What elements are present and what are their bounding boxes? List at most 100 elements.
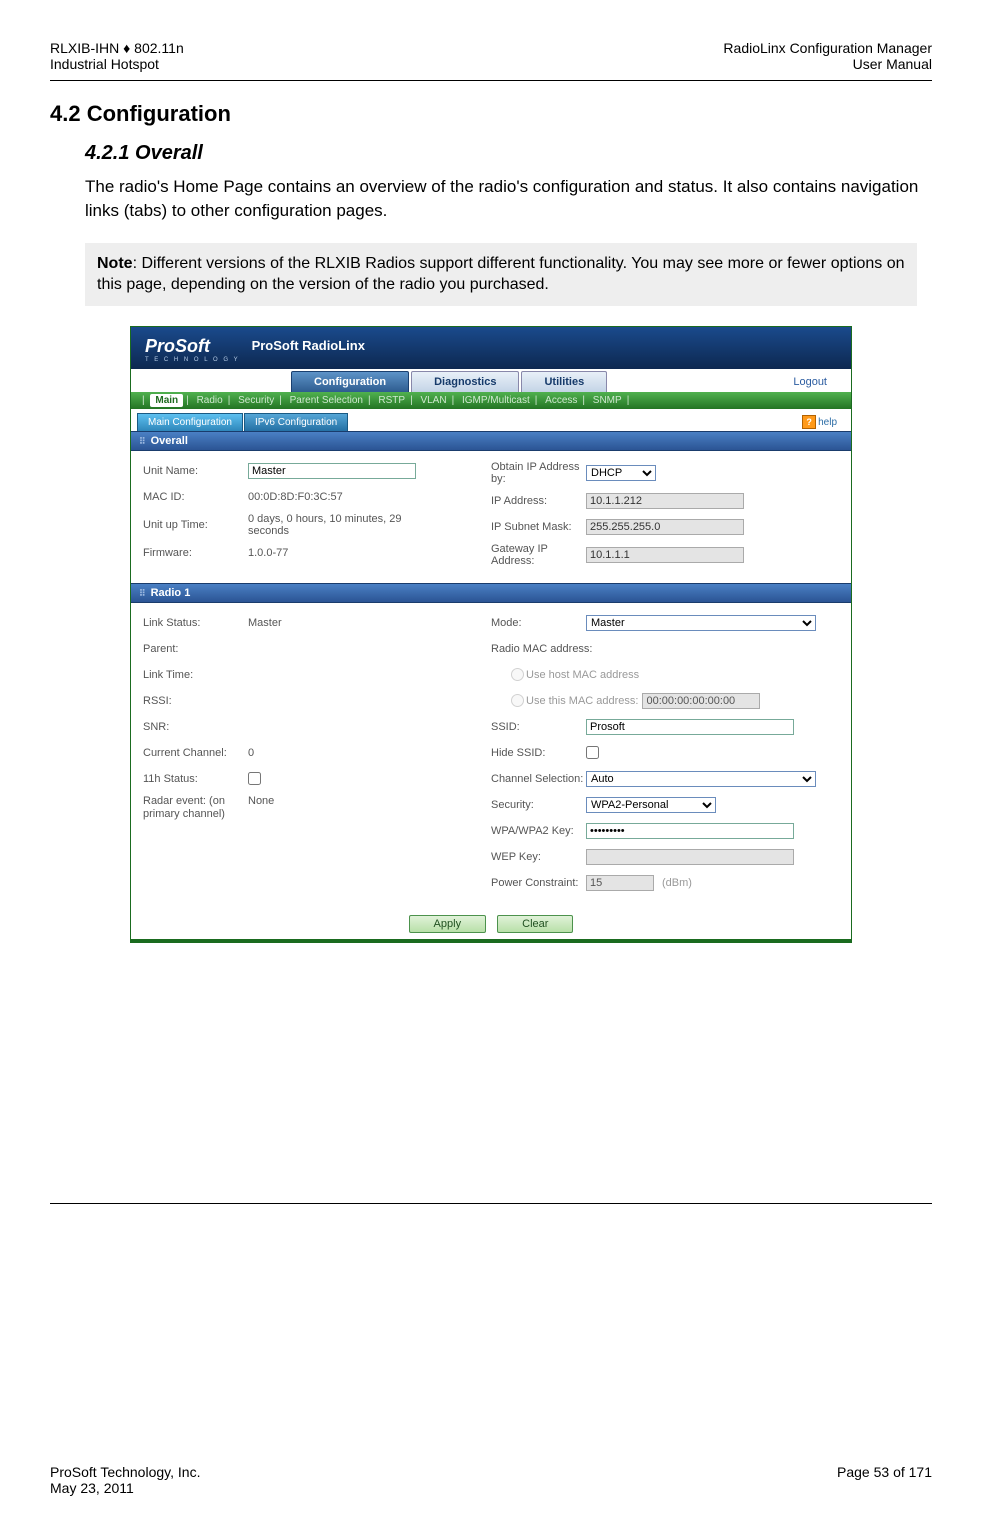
tab-diagnostics[interactable]: Diagnostics: [411, 371, 519, 392]
note-text: : Different versions of the RLXIB Radios…: [97, 255, 905, 294]
screenshot: ProSoft T E C H N O L O G Y ProSoft Radi…: [130, 326, 852, 943]
doc-header: RLXIB-IHN ♦ 802.11n Industrial Hotspot R…: [50, 40, 932, 72]
use-host-mac-radio[interactable]: [511, 668, 524, 681]
label-radar-event: Radar event: (on primary channel): [143, 795, 248, 821]
panel-overall-body: Unit Name: MAC ID: 00:0D:8D:F0:3C:57 Uni…: [131, 451, 851, 583]
label-unit-name: Unit Name:: [143, 465, 248, 477]
header-left-2: Industrial Hotspot: [50, 56, 184, 72]
subtab-radio[interactable]: Radio: [195, 395, 225, 406]
label-mode: Mode:: [491, 617, 586, 629]
subtab-parent-selection[interactable]: Parent Selection: [288, 395, 365, 406]
body-paragraph: The radio's Home Page contains an overvi…: [85, 175, 932, 223]
label-channel-selection: Channel Selection:: [491, 773, 586, 785]
obtain-ip-select[interactable]: DHCP: [586, 465, 656, 481]
use-this-mac-radio[interactable]: [511, 694, 524, 707]
subnet-input[interactable]: [586, 519, 744, 535]
label-radio-mac: Radio MAC address:: [491, 643, 593, 655]
label-ip-addr: IP Address:: [491, 495, 586, 507]
drag-handle-icon: ⠿: [139, 436, 147, 446]
section-heading: 4.2 Configuration: [50, 101, 932, 127]
panel-radio1-title: ⠿Radio 1: [131, 583, 851, 603]
cfgtab-main[interactable]: Main Configuration: [137, 413, 243, 431]
value-mac-id: 00:0D:8D:F0:3C:57: [248, 491, 343, 503]
footer-rule: [50, 1203, 932, 1204]
footer-left-1: ProSoft Technology, Inc.: [50, 1464, 200, 1480]
subtab-igmp[interactable]: IGMP/Multicast: [460, 395, 532, 406]
tab-configuration[interactable]: Configuration: [291, 371, 409, 392]
logout-link[interactable]: Logout: [793, 376, 843, 392]
label-uptime: Unit up Time:: [143, 519, 248, 531]
note-prefix: Note: [97, 255, 133, 272]
apply-button[interactable]: Apply: [409, 915, 487, 933]
subtab-rstp[interactable]: RSTP: [376, 395, 407, 406]
label-ssid: SSID:: [491, 721, 586, 733]
value-link-status: Master: [248, 617, 282, 629]
label-wep-key: WEP Key:: [491, 851, 586, 863]
label-security: Security:: [491, 799, 586, 811]
dbm-label: (dBm): [662, 877, 692, 889]
value-uptime: 0 days, 0 hours, 10 minutes, 29 seconds: [248, 513, 418, 537]
help-link[interactable]: ?help: [802, 415, 845, 431]
value-firmware: 1.0.0-77: [248, 547, 288, 559]
label-current-channel: Current Channel:: [143, 747, 248, 759]
subtab-access[interactable]: Access: [543, 395, 579, 406]
subsection-heading: 4.2.1 Overall: [85, 142, 932, 165]
label-parent: Parent:: [143, 643, 248, 655]
label-use-this-mac: Use this MAC address:: [526, 695, 638, 707]
clear-button[interactable]: Clear: [497, 915, 573, 933]
drag-handle-icon: ⠿: [139, 588, 147, 598]
app-header: ProSoft T E C H N O L O G Y ProSoft Radi…: [131, 327, 851, 369]
header-right-2: User Manual: [723, 56, 932, 72]
header-rule: [50, 80, 932, 81]
note-box: Note: Different versions of the RLXIB Ra…: [85, 243, 917, 306]
label-gateway: Gateway IP Address:: [491, 543, 586, 567]
help-text: help: [818, 417, 837, 428]
value-radar-event: None: [248, 795, 274, 807]
label-rssi: RSSI:: [143, 695, 248, 707]
label-subnet: IP Subnet Mask:: [491, 521, 586, 533]
unit-name-input[interactable]: [248, 463, 416, 479]
label-hide-ssid: Hide SSID:: [491, 747, 586, 759]
label-obtain-ip: Obtain IP Address by:: [491, 461, 586, 485]
label-link-status: Link Status:: [143, 617, 248, 629]
header-right-1: RadioLinx Configuration Manager: [723, 40, 932, 56]
channel-select[interactable]: Auto: [586, 771, 816, 787]
label-11h-status: 11h Status:: [143, 773, 248, 785]
label-link-time: Link Time:: [143, 669, 248, 681]
label-firmware: Firmware:: [143, 547, 248, 559]
app-title: ProSoft RadioLinx: [252, 338, 365, 353]
subtab-snmp[interactable]: SNMP: [591, 395, 624, 406]
subtab-security[interactable]: Security: [236, 395, 276, 406]
label-use-host-mac: Use host MAC address: [526, 669, 639, 681]
footer-left-2: May 23, 2011: [50, 1480, 200, 1496]
ssid-input[interactable]: [586, 719, 794, 735]
wep-key-input[interactable]: [586, 849, 794, 865]
mode-select[interactable]: Master: [586, 615, 816, 631]
brand-sub: T E C H N O L O G Y: [145, 357, 240, 363]
config-tabs: Main Configuration IPv6 Configuration ?h…: [131, 409, 851, 431]
brand-name: ProSoft: [145, 336, 240, 357]
panel-radio1-body: Link Status: Master Parent: Link Time: R…: [131, 603, 851, 909]
logo: ProSoft T E C H N O L O G Y: [131, 332, 252, 363]
security-select[interactable]: WPA2-Personal: [586, 797, 716, 813]
wpa-key-input[interactable]: [586, 823, 794, 839]
button-row: Apply Clear: [131, 909, 851, 939]
main-tabs: Configuration Diagnostics Utilities Logo…: [131, 369, 851, 392]
ip-address-input[interactable]: [586, 493, 744, 509]
label-snr: SNR:: [143, 721, 248, 733]
label-power-constraint: Power Constraint:: [491, 877, 586, 889]
11h-status-checkbox[interactable]: [248, 772, 261, 785]
hide-ssid-checkbox[interactable]: [586, 746, 599, 759]
panel-overall-title: ⠿Overall: [131, 431, 851, 451]
power-constraint-input[interactable]: [586, 875, 654, 891]
label-wpa-key: WPA/WPA2 Key:: [491, 825, 586, 837]
cfgtab-ipv6[interactable]: IPv6 Configuration: [244, 413, 348, 431]
value-current-channel: 0: [248, 747, 254, 759]
tab-utilities[interactable]: Utilities: [521, 371, 607, 392]
subtab-main[interactable]: Main: [150, 394, 183, 407]
header-left-1: RLXIB-IHN ♦ 802.11n: [50, 40, 184, 56]
sub-tabs: | Main| Radio| Security| Parent Selectio…: [131, 392, 851, 409]
use-this-mac-input[interactable]: [642, 693, 760, 709]
gateway-input[interactable]: [586, 547, 744, 563]
subtab-vlan[interactable]: VLAN: [418, 395, 448, 406]
